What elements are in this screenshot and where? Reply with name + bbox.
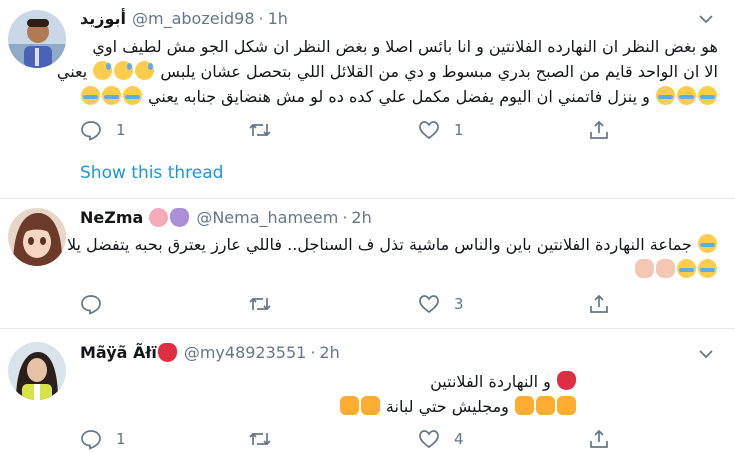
tweet-1[interactable]: أبوزيد @m_abozeid98 · 1h هو بغض النظر ان… — [0, 0, 735, 198]
share-icon — [590, 294, 608, 313]
tweet-actions: 3 — [80, 293, 620, 317]
retweet-button[interactable] — [248, 428, 286, 450]
tweet-actions: 1 4 — [80, 428, 620, 452]
tweet-line-row: و النهاردة الفلانتين — [80, 369, 577, 394]
tweet-text: هو بغض النظر ان النهارده الفلانتين و انا… — [57, 34, 718, 109]
heart-icon — [419, 295, 439, 314]
like-count: 4 — [454, 430, 464, 448]
red-heart-icon — [557, 371, 576, 390]
joy-emoji-icon — [122, 86, 142, 105]
show-thread-link[interactable]: Show this thread — [80, 163, 223, 183]
joy-emoji-icon — [80, 86, 100, 105]
fist-emoji-icon — [360, 396, 380, 415]
heart-icon — [419, 121, 439, 140]
user-handle[interactable]: @Nema_hameem — [196, 208, 338, 227]
share-button[interactable] — [588, 293, 610, 315]
joy-emoji-icon — [698, 259, 717, 278]
reply-icon — [81, 295, 101, 315]
reply-button[interactable] — [80, 293, 116, 315]
tweet-line-row — [80, 257, 718, 282]
joy-emoji-icon — [656, 86, 675, 105]
sweat-smile-emoji-icon — [93, 61, 113, 80]
tweet-line-row: و ينزل فاتمني ان اليوم يفضل مكمل علي كده… — [80, 84, 718, 109]
retweet-button[interactable] — [248, 119, 286, 141]
separator-dot: · — [310, 343, 316, 362]
tweet-text: و النهاردة الفلانتين ومجليش حتي لبانة — [80, 369, 577, 419]
retweet-icon — [249, 123, 271, 137]
tweet-time[interactable]: 2h — [319, 343, 339, 362]
separator-dot: · — [258, 9, 264, 28]
like-button[interactable]: 3 — [418, 293, 464, 315]
tweet-line: هو بغض النظر ان النهارده الفلانتين و انا… — [92, 37, 718, 56]
avatar[interactable] — [8, 208, 66, 266]
red-heart-icon — [157, 343, 177, 362]
joy-emoji-icon — [677, 259, 696, 278]
reply-icon — [81, 121, 101, 141]
reply-count: 1 — [116, 121, 126, 139]
tweet-line-row: ومجليش حتي لبانة — [80, 394, 577, 419]
joy-emoji-icon — [677, 86, 696, 105]
chevron-down-icon[interactable] — [699, 14, 713, 24]
tweet-line: ومجليش حتي لبانة — [385, 397, 509, 416]
fist-emoji-icon — [557, 396, 576, 415]
tweet-time[interactable]: 2h — [351, 208, 371, 227]
chevron-down-icon[interactable] — [699, 349, 713, 359]
tweet-line: جماعة النهاردة الفلانتين باين والناس ماش… — [66, 235, 692, 254]
fist-emoji-icon — [536, 396, 555, 415]
retweet-icon — [249, 297, 271, 311]
joy-emoji-icon — [698, 234, 717, 253]
reply-button[interactable]: 1 — [80, 428, 126, 450]
sweat-smile-emoji-icon — [135, 61, 155, 80]
tweet-line-row: الا ان الواحد قايم من الصبح بدري مبسوط و… — [57, 59, 718, 84]
like-button[interactable]: 4 — [418, 428, 464, 450]
tweet-header: Mãÿã Ãłï @my48923551 · 2h — [80, 343, 340, 362]
joy-emoji-icon — [698, 86, 717, 105]
tweet-3[interactable]: Mãÿã Ãłï @my48923551 · 2h و النهاردة الف… — [0, 329, 735, 450]
like-count: 3 — [454, 295, 464, 313]
user-handle[interactable]: @m_abozeid98 — [132, 9, 255, 28]
person-emoji-icon — [656, 259, 675, 278]
retweet-icon — [249, 432, 271, 446]
tweet-actions: 1 1 — [80, 119, 620, 143]
tweet-line: و النهاردة الفلانتين — [430, 372, 551, 391]
user-handle[interactable]: @my48923551 — [184, 343, 307, 362]
like-button[interactable]: 1 — [418, 119, 464, 141]
reply-button[interactable]: 1 — [80, 119, 126, 141]
share-button[interactable] — [588, 119, 610, 141]
reply-count: 1 — [116, 430, 126, 448]
sweat-smile-emoji-icon — [114, 61, 134, 80]
tweet-2[interactable]: NeZma @Nema_hameem · 2h جماعة النهاردة ا… — [0, 199, 735, 327]
tweet-line: و ينزل فاتمني ان اليوم يفضل مكمل علي كده… — [148, 87, 650, 106]
display-name[interactable]: أبوزيد — [80, 9, 126, 28]
share-icon — [590, 429, 608, 448]
reply-icon — [81, 430, 101, 450]
share-button[interactable] — [588, 428, 610, 450]
display-name[interactable]: NeZma — [80, 208, 143, 227]
cherry-blossom-icon — [149, 208, 169, 227]
heart-icon — [419, 430, 439, 449]
person-emoji-icon — [635, 259, 654, 278]
tweet-text: جماعة النهاردة الفلانتين باين والناس ماش… — [67, 232, 718, 282]
retweet-button[interactable] — [248, 293, 286, 315]
tweet-header: أبوزيد @m_abozeid98 · 1h — [80, 9, 288, 28]
like-count: 1 — [454, 121, 464, 139]
separator-dot: · — [342, 208, 348, 227]
joy-emoji-icon — [101, 86, 121, 105]
share-icon — [590, 120, 608, 139]
tweet-line-row: جماعة النهاردة الفلانتين باين والناس ماش… — [67, 232, 718, 257]
fist-emoji-icon — [339, 396, 359, 415]
tweet-time[interactable]: 1h — [268, 9, 288, 28]
tweet-line: الا ان الواحد قايم من الصبح بدري مبسوط و… — [160, 62, 718, 81]
tweet-line: يعني — [56, 62, 88, 81]
tweet-header: NeZma @Nema_hameem · 2h — [80, 208, 372, 227]
purple-heart-icon — [170, 208, 190, 227]
display-name[interactable]: Mãÿã Ãłï — [80, 343, 157, 362]
avatar[interactable] — [8, 342, 66, 400]
fist-emoji-icon — [515, 396, 534, 415]
